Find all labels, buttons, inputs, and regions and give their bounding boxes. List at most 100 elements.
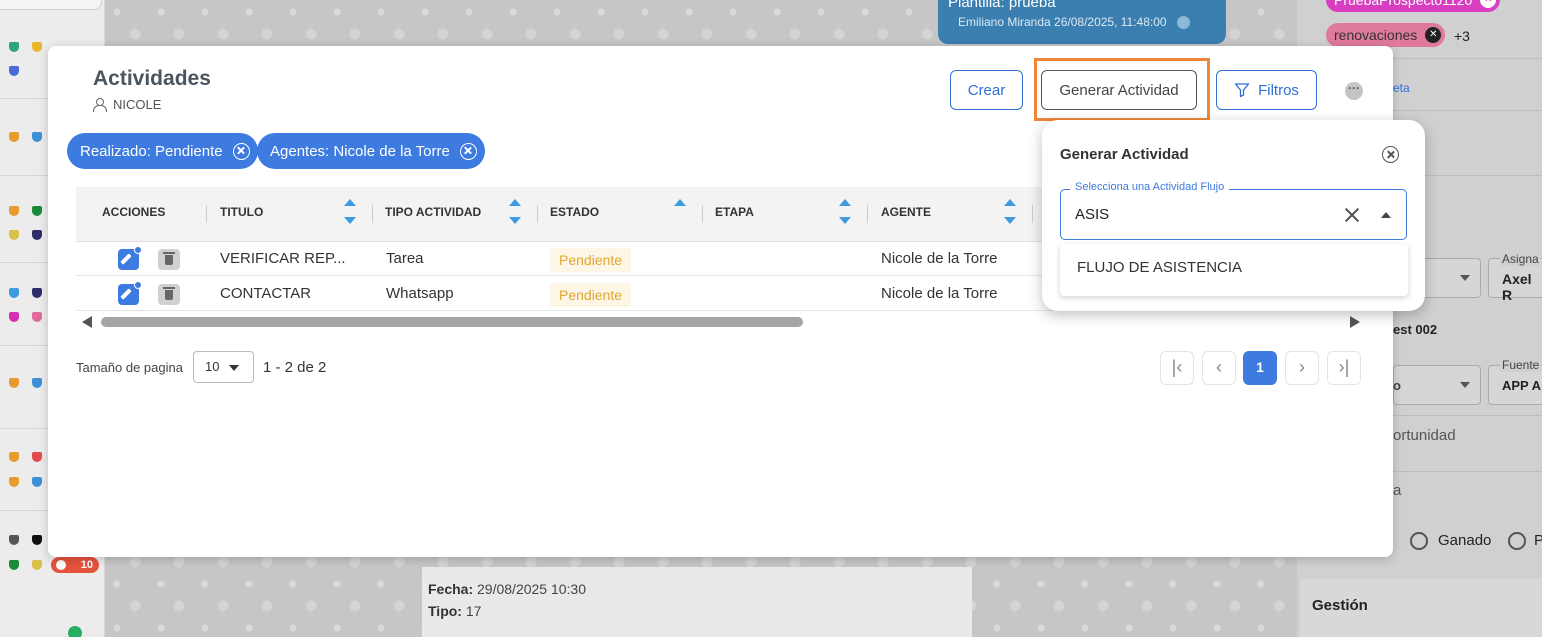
status-select[interactable] — [1393, 365, 1481, 405]
tag-icon — [32, 288, 42, 298]
won-radio[interactable] — [1410, 532, 1428, 550]
add-tag-link[interactable]: eta — [1393, 81, 1410, 95]
tag-icon — [9, 452, 19, 462]
tag-icon — [32, 42, 42, 52]
edit-icon[interactable] — [118, 281, 142, 305]
user-name: NICOLE — [113, 97, 162, 112]
sort-icon[interactable] — [344, 199, 356, 227]
col-agente[interactable]: AGENTE — [881, 187, 931, 242]
option-flujo-asistencia[interactable]: FLUJO DE ASISTENCIA — [1077, 259, 1242, 276]
opportunity-label: ortunidad — [1393, 427, 1456, 444]
other-radio[interactable] — [1508, 532, 1526, 550]
filters-label: Filtros — [1258, 81, 1299, 99]
tag-icon — [32, 230, 42, 240]
user-icon — [93, 98, 107, 112]
sort-icon[interactable] — [509, 199, 521, 227]
close-icon[interactable] — [232, 142, 250, 160]
tag-icon — [9, 288, 19, 298]
table-row[interactable]: VERIFICAR REP... Tarea Pendiente Nicole … — [76, 242, 1076, 276]
remove-tag-icon[interactable]: ✕ — [1425, 27, 1442, 43]
filter-chip-status[interactable]: Realizado: Pendiente — [67, 133, 258, 169]
chip-label: Realizado: Pendiente — [80, 142, 223, 160]
prev-page-button[interactable]: ‹ — [1202, 351, 1236, 385]
scroll-left-icon[interactable] — [82, 316, 92, 328]
sort-icon[interactable] — [674, 199, 686, 227]
remove-tag-icon[interactable]: ✕ — [1480, 0, 1497, 8]
col-estado[interactable]: ESTADO — [550, 187, 599, 242]
tag-icon — [9, 312, 19, 322]
delete-icon[interactable] — [158, 249, 180, 270]
assignee-value: Axel R — [1502, 271, 1532, 303]
more-tags-count[interactable]: +3 — [1454, 28, 1470, 44]
create-button[interactable]: Crear — [950, 70, 1023, 110]
chat-message-bubble: Plantilla: prueba Emiliano Miranda 26/08… — [938, 0, 1226, 44]
delete-icon[interactable] — [158, 284, 180, 305]
other-radio-label: P — [1534, 532, 1542, 549]
sort-icon[interactable] — [839, 199, 851, 227]
tag-icon — [9, 378, 19, 388]
message-meta: Emiliano Miranda 26/08/2025, 11:48:00 — [948, 15, 1216, 30]
tag-chip[interactable]: renovaciones ✕ — [1326, 23, 1446, 47]
col-etapa[interactable]: ETAPA — [715, 187, 754, 242]
column-divider — [867, 205, 868, 223]
table-header: ACCIONES TITULO TIPO ACTIVIDAD ESTADO ET… — [76, 187, 1076, 242]
first-page-button[interactable]: |‹ — [1160, 351, 1194, 385]
chevron-down-icon — [229, 365, 239, 371]
tag-chip[interactable]: PruebaProspecto1120✕ — [1326, 0, 1501, 12]
chip-label: Agentes: Nicole de la Torre — [270, 142, 450, 160]
cell-agente: Nicole de la Torre — [881, 285, 998, 302]
clock-icon — [56, 560, 66, 570]
page-button-current[interactable]: 1 — [1243, 351, 1277, 385]
activity-flow-combobox[interactable]: Selecciona una Actividad Flujo ASIS — [1060, 181, 1407, 240]
filter-chip-agent[interactable]: Agentes: Nicole de la Torre — [257, 133, 485, 169]
col-titulo[interactable]: TITULO — [220, 187, 263, 242]
tag-icon — [32, 312, 42, 322]
scroll-thumb[interactable] — [101, 317, 803, 327]
generate-activity-popover: Generar Actividad Selecciona una Activid… — [1042, 120, 1425, 311]
cell-agente: Nicole de la Torre — [881, 250, 998, 267]
tag-icon — [9, 230, 19, 240]
scroll-right-icon[interactable] — [1350, 316, 1360, 328]
last-page-button[interactable]: ›| — [1327, 351, 1361, 385]
more-options-button[interactable]: ··· — [1345, 82, 1363, 100]
sort-icon[interactable] — [1004, 199, 1016, 227]
column-divider — [702, 205, 703, 223]
horizontal-scrollbar[interactable] — [76, 313, 1366, 331]
chevron-down-icon — [1460, 382, 1470, 388]
won-radio-label: Ganado — [1438, 532, 1492, 549]
table-row[interactable]: CONTACTAR Whatsapp Pendiente Nicole de l… — [76, 277, 1076, 311]
generate-activity-button[interactable]: Generar Actividad — [1041, 70, 1197, 110]
combobox-options: FLUJO DE ASISTENCIA — [1060, 244, 1408, 296]
status-badge: Pendiente — [550, 283, 632, 307]
combobox-input[interactable]: ASIS — [1075, 206, 1109, 223]
popover-title: Generar Actividad — [1060, 146, 1189, 163]
source-value: APP A — [1502, 378, 1542, 393]
message-title: Plantilla: prueba — [948, 0, 1056, 11]
tag-icon — [9, 206, 19, 216]
read-check-icon — [1176, 16, 1190, 30]
col-tipo-actividad[interactable]: TIPO ACTIVIDAD — [385, 187, 481, 242]
column-divider — [537, 205, 538, 223]
modal-title: Actividades — [93, 67, 211, 90]
cell-titulo: VERIFICAR REP... — [220, 250, 346, 267]
next-page-button[interactable]: › — [1285, 351, 1319, 385]
gestion-title: Gestión — [1312, 597, 1368, 614]
column-divider — [206, 205, 207, 223]
chevron-down-icon — [1460, 275, 1470, 281]
tag-icon — [32, 477, 42, 487]
filters-button[interactable]: Filtros — [1216, 70, 1317, 110]
edit-icon[interactable] — [118, 246, 142, 270]
sidebar-top-box — [0, 0, 102, 10]
page-size-select[interactable]: 10 — [193, 351, 254, 383]
assignee-label: Asigna — [1500, 252, 1541, 266]
source-label: Fuente — [1500, 358, 1542, 372]
page-size-label: Tamaño de pagina — [76, 360, 183, 375]
cell-tipo: Tarea — [386, 250, 424, 267]
clear-icon[interactable] — [1344, 207, 1360, 223]
tag-icon — [32, 206, 42, 216]
modal-subtitle: NICOLE — [93, 97, 161, 112]
activity-note-card: Fecha: 29/08/2025 10:30 Tipo: 17 — [422, 567, 972, 637]
close-icon[interactable] — [459, 142, 477, 160]
close-icon[interactable] — [1382, 146, 1399, 163]
chevron-up-icon[interactable] — [1381, 212, 1391, 218]
